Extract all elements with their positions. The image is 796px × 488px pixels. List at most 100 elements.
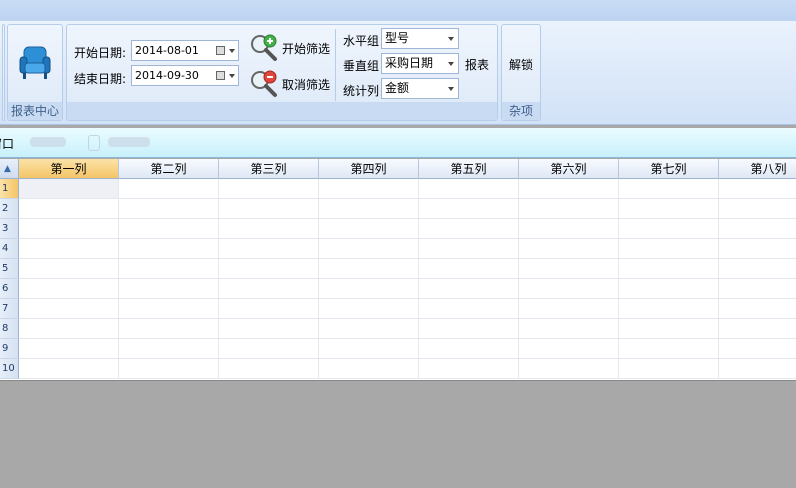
grid-cell[interactable] [319,219,419,239]
row-header[interactable]: 9 [0,339,19,359]
row-header[interactable]: 8 [0,319,19,339]
grid-cell[interactable] [619,359,719,379]
row-header[interactable]: 6 [0,279,19,299]
grid-cell[interactable] [219,219,319,239]
cancel-filter-button[interactable]: 取消筛选 [249,69,333,97]
report-button[interactable]: 报表 [465,56,489,73]
column-header[interactable]: 第五列 [419,159,519,179]
grid-cell[interactable] [119,359,219,379]
chevron-down-icon[interactable] [448,37,454,41]
grid-cell[interactable] [319,339,419,359]
grid-cell[interactable] [519,259,619,279]
grid-cell[interactable] [219,179,319,199]
column-header[interactable]: 第二列 [119,159,219,179]
grid-cell[interactable] [119,299,219,319]
grid-cell[interactable] [319,239,419,259]
chevron-down-icon[interactable] [229,74,235,78]
row-header[interactable]: 1 [0,179,19,199]
grid-cell[interactable] [619,219,719,239]
grid-cell[interactable] [419,359,519,379]
grid-cell[interactable] [319,359,419,379]
grid-cell[interactable] [419,299,519,319]
grid-cell[interactable] [719,359,796,379]
grid-cell[interactable] [519,299,619,319]
row-header[interactable]: 4 [0,239,19,259]
grid-cell[interactable] [619,239,719,259]
grid-cell[interactable] [19,339,119,359]
start-date-picker[interactable]: 2014-08-01 [131,40,239,61]
grid-cell[interactable] [319,279,419,299]
grid-cell[interactable] [119,239,219,259]
chevron-down-icon[interactable] [448,62,454,66]
column-header[interactable]: 第八列 [719,159,796,179]
grid-cell[interactable] [619,299,719,319]
grid-cell[interactable] [619,179,719,199]
grid-cell[interactable] [719,239,796,259]
row-header[interactable]: 3 [0,219,19,239]
grid-cell[interactable] [119,339,219,359]
grid-cell[interactable] [419,339,519,359]
grid-cell[interactable] [619,319,719,339]
column-header[interactable]: 第四列 [319,159,419,179]
grid-cell[interactable] [319,199,419,219]
grid-cell[interactable] [119,319,219,339]
grid-cell[interactable] [519,199,619,219]
row-header[interactable]: 2 [0,199,19,219]
grid-corner[interactable]: ▲ [0,159,19,179]
grid-cell[interactable] [219,319,319,339]
grid-cell[interactable] [619,339,719,359]
grid-cell[interactable] [19,179,119,199]
vertical-group-select[interactable]: 采购日期 [381,53,459,74]
grid-cell[interactable] [219,299,319,319]
grid-cell[interactable] [219,199,319,219]
grid-cell[interactable] [419,179,519,199]
grid-cell[interactable] [619,199,719,219]
grid-cell[interactable] [619,279,719,299]
chevron-down-icon[interactable] [229,49,235,53]
grid-cell[interactable] [219,359,319,379]
grid-cell[interactable] [719,199,796,219]
grid-cell[interactable] [419,219,519,239]
grid-cell[interactable] [19,259,119,279]
grid-cell[interactable] [619,259,719,279]
unlock-button[interactable]: 解锁 [509,56,533,73]
grid-cell[interactable] [19,199,119,219]
grid-cell[interactable] [419,199,519,219]
grid-cell[interactable] [319,179,419,199]
grid-cell[interactable] [219,339,319,359]
grid-cell[interactable] [219,259,319,279]
grid-cell[interactable] [519,319,619,339]
tab-placeholder[interactable] [30,137,66,147]
grid-cell[interactable] [19,319,119,339]
grid-cell[interactable] [719,299,796,319]
grid-cell[interactable] [519,359,619,379]
stat-column-select[interactable]: 金额 [381,78,459,99]
grid-cell[interactable] [19,359,119,379]
start-filter-button[interactable]: 开始筛选 [249,33,333,61]
grid-cell[interactable] [719,339,796,359]
grid-cell[interactable] [19,239,119,259]
row-header[interactable]: 10 [0,359,19,379]
horizontal-group-select[interactable]: 型号 [381,28,459,49]
data-grid[interactable]: ▲ 第一列 第二列 第三列 第四列 第五列 第六列 第七列 第八列 1 2 3 4 5 6 7 8 9 10 [0,159,796,381]
column-header[interactable]: 第三列 [219,159,319,179]
end-date-picker[interactable]: 2014-09-30 [131,65,239,86]
grid-cell[interactable] [219,279,319,299]
grid-cell[interactable] [119,259,219,279]
grid-cell[interactable] [119,179,219,199]
grid-cell[interactable] [719,319,796,339]
grid-cell[interactable] [119,219,219,239]
grid-cell[interactable] [419,319,519,339]
grid-cell[interactable] [719,179,796,199]
row-header[interactable]: 5 [0,259,19,279]
grid-cell[interactable] [319,259,419,279]
grid-cell[interactable] [319,319,419,339]
row-header[interactable]: 7 [0,299,19,319]
column-header[interactable]: 第一列 [19,159,119,179]
grid-cell[interactable] [219,239,319,259]
grid-cell[interactable] [719,219,796,239]
tab-placeholder[interactable] [108,137,150,147]
grid-cell[interactable] [419,279,519,299]
chevron-down-icon[interactable] [448,87,454,91]
armchair-icon[interactable] [18,45,52,81]
